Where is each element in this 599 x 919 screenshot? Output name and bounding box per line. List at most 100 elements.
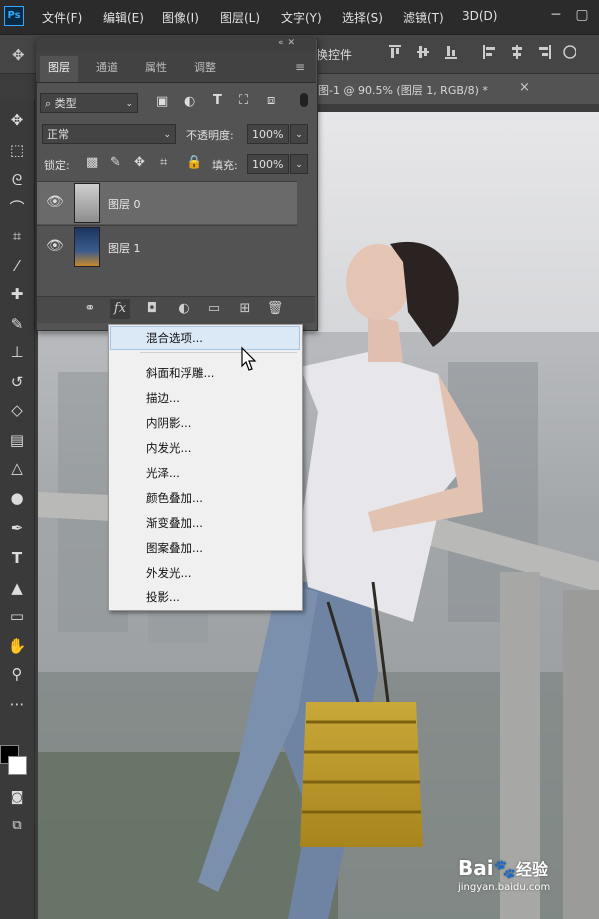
more-tools-icon[interactable]: ⋯ (2, 692, 32, 716)
move-tool-icon[interactable]: ✥ (12, 46, 25, 64)
opacity-chevron-icon[interactable]: ⌄ (290, 124, 308, 144)
baidu-jingyan-watermark: Bai🐾经验 jingyan.baidu.com (458, 856, 550, 893)
menu-file[interactable]: 文件(F) (42, 9, 82, 26)
lock-position-icon[interactable]: ✥ (134, 155, 145, 170)
type-tool-icon[interactable]: T (2, 546, 32, 570)
tab-channels[interactable]: 通道 (88, 56, 126, 82)
lock-all-icon[interactable]: 🔒 (186, 155, 202, 170)
menu-item-drop-shadow[interactable]: 投影... (146, 589, 180, 605)
paw-icon: 🐾 (493, 859, 517, 880)
marquee-tool-icon[interactable]: ⬚ (2, 138, 32, 162)
fill-input[interactable]: 100% (247, 154, 289, 174)
mouse-cursor-icon (241, 346, 257, 371)
layer-name-0[interactable]: 图层 0 (108, 196, 141, 212)
align-hcenter-icon[interactable] (510, 44, 524, 60)
menu-item-inner-glow[interactable]: 内发光... (146, 440, 191, 456)
visibility-eye-icon[interactable]: 👁 (46, 238, 64, 254)
align-left-icon[interactable] (482, 44, 496, 60)
clone-stamp-tool-icon[interactable]: ⊥ (2, 340, 32, 364)
tab-layers[interactable]: 图层 (40, 56, 78, 82)
pen-tool-icon[interactable]: ✒ (2, 516, 32, 540)
lock-image-icon[interactable]: ✎ (110, 155, 121, 170)
zoom-tool-icon[interactable]: ⚲ (2, 662, 32, 686)
document-tab-title[interactable]: 图-1 @ 90.5% (图层 1, RGB/8) * (318, 82, 488, 98)
rectangle-tool-icon[interactable]: ▭ (2, 604, 32, 628)
lock-transparent-icon[interactable]: ▩ (86, 155, 98, 170)
visibility-eye-icon[interactable]: 👁 (46, 194, 64, 210)
fx-button[interactable]: fx (110, 299, 130, 319)
lock-label: 锁定: (44, 159, 70, 172)
lasso-tool-icon[interactable]: ᘓ (2, 168, 32, 192)
opacity-input[interactable]: 100% (247, 124, 289, 144)
menu-image[interactable]: 图像(I) (162, 9, 199, 26)
menu-item-satin[interactable]: 光泽... (146, 465, 180, 481)
tab-adjustments[interactable]: 调整 (186, 56, 224, 82)
layer-name-1[interactable]: 图层 1 (108, 240, 141, 256)
lock-artboard-icon[interactable]: ⌗ (160, 155, 167, 170)
dodge-tool-icon[interactable]: ● (2, 486, 32, 510)
menu-item-bevel-emboss[interactable]: 斜面和浮雕... (146, 365, 214, 381)
transform-controls-label[interactable]: 换控件 (316, 46, 352, 63)
history-brush-tool-icon[interactable]: ↺ (2, 370, 32, 394)
crop-tool-icon[interactable]: ⌗ (2, 224, 32, 248)
opacity-label: 不透明度: (186, 129, 234, 142)
window-controls: ─ ▢ (541, 4, 593, 26)
filter-toggle[interactable] (300, 93, 308, 107)
menu-item-blending-options[interactable]: 混合选项... (146, 330, 203, 346)
restore-icon[interactable]: ▢ (571, 4, 593, 26)
healing-brush-tool-icon[interactable]: ✚ (2, 282, 32, 306)
adjustment-filter-icon[interactable]: ◐ (184, 94, 195, 109)
layer-filter-value: 类型 (54, 97, 77, 110)
fill-chevron-icon[interactable]: ⌄ (290, 154, 308, 174)
delete-layer-icon[interactable]: 🗑 (265, 299, 285, 319)
menu-3d[interactable]: 3D(D) (462, 9, 497, 23)
menu-item-outer-glow[interactable]: 外发光... (146, 565, 191, 581)
menu-item-inner-shadow[interactable]: 内阴影... (146, 415, 191, 431)
align-right-icon[interactable] (538, 44, 552, 60)
shape-filter-icon[interactable]: ⛶ (239, 93, 248, 108)
hand-tool-icon[interactable]: ✋ (2, 634, 32, 658)
menu-type[interactable]: 文字(Y) (281, 9, 322, 26)
new-group-icon[interactable]: ▭ (204, 299, 224, 319)
eyedropper-tool-icon[interactable]: ⁄ (2, 254, 32, 278)
brush-tool-icon[interactable]: ✎ (2, 312, 32, 336)
background-color-swatch[interactable] (8, 756, 27, 775)
align-bottom-icon[interactable] (444, 44, 458, 60)
smart-object-filter-icon[interactable]: ⧈ (267, 93, 275, 108)
minimize-icon[interactable]: ─ (545, 4, 567, 26)
link-layers-icon[interactable]: ⚭ (80, 299, 100, 319)
close-tab-icon[interactable]: × (519, 80, 530, 95)
add-mask-icon[interactable]: ◘ (142, 299, 162, 319)
align-vcenter-icon[interactable] (416, 44, 430, 60)
fill-label: 填充: (212, 159, 238, 172)
move-tool-icon[interactable]: ✥ (2, 108, 32, 132)
adjustment-layer-icon[interactable]: ◐ (174, 299, 194, 319)
menu-filter[interactable]: 滤镜(T) (403, 9, 444, 26)
type-filter-icon[interactable]: T (213, 93, 222, 108)
eraser-tool-icon[interactable]: ◇ (2, 398, 32, 422)
menu-item-gradient-overlay[interactable]: 渐变叠加... (146, 515, 203, 531)
menu-layer[interactable]: 图层(L) (220, 9, 260, 26)
tab-properties[interactable]: 属性 (137, 56, 175, 82)
gradient-tool-icon[interactable]: ▤ (2, 428, 32, 452)
distribute-icon[interactable] (562, 44, 576, 60)
quick-mask-icon[interactable]: ◙ (2, 786, 32, 810)
layer-filter-select[interactable]: ⌕ 类型 ⌄ (40, 93, 138, 113)
screen-mode-icon[interactable]: ⧉ (2, 814, 32, 838)
collapse-panel-icon[interactable]: «✕ (278, 38, 299, 48)
menu-item-color-overlay[interactable]: 颜色叠加... (146, 490, 203, 506)
pixel-filter-icon[interactable]: ▣ (156, 94, 168, 109)
menu-item-stroke[interactable]: 描边... (146, 390, 180, 406)
new-layer-icon[interactable]: ⊞ (235, 299, 255, 319)
quick-select-tool-icon[interactable]: ⌒ (2, 196, 32, 220)
menu-item-pattern-overlay[interactable]: 图案叠加... (146, 540, 203, 556)
panel-header (36, 38, 316, 52)
menu-edit[interactable]: 编辑(E) (103, 9, 144, 26)
chevron-down-icon: ⌄ (125, 99, 133, 109)
align-top-icon[interactable] (388, 44, 402, 60)
panel-menu-icon[interactable]: ≡ (295, 60, 305, 74)
blend-mode-select[interactable]: 正常 ⌄ (42, 124, 176, 144)
blur-tool-icon[interactable]: △ (2, 456, 32, 480)
menu-select[interactable]: 选择(S) (342, 9, 383, 26)
path-select-tool-icon[interactable]: ▲ (2, 576, 32, 600)
